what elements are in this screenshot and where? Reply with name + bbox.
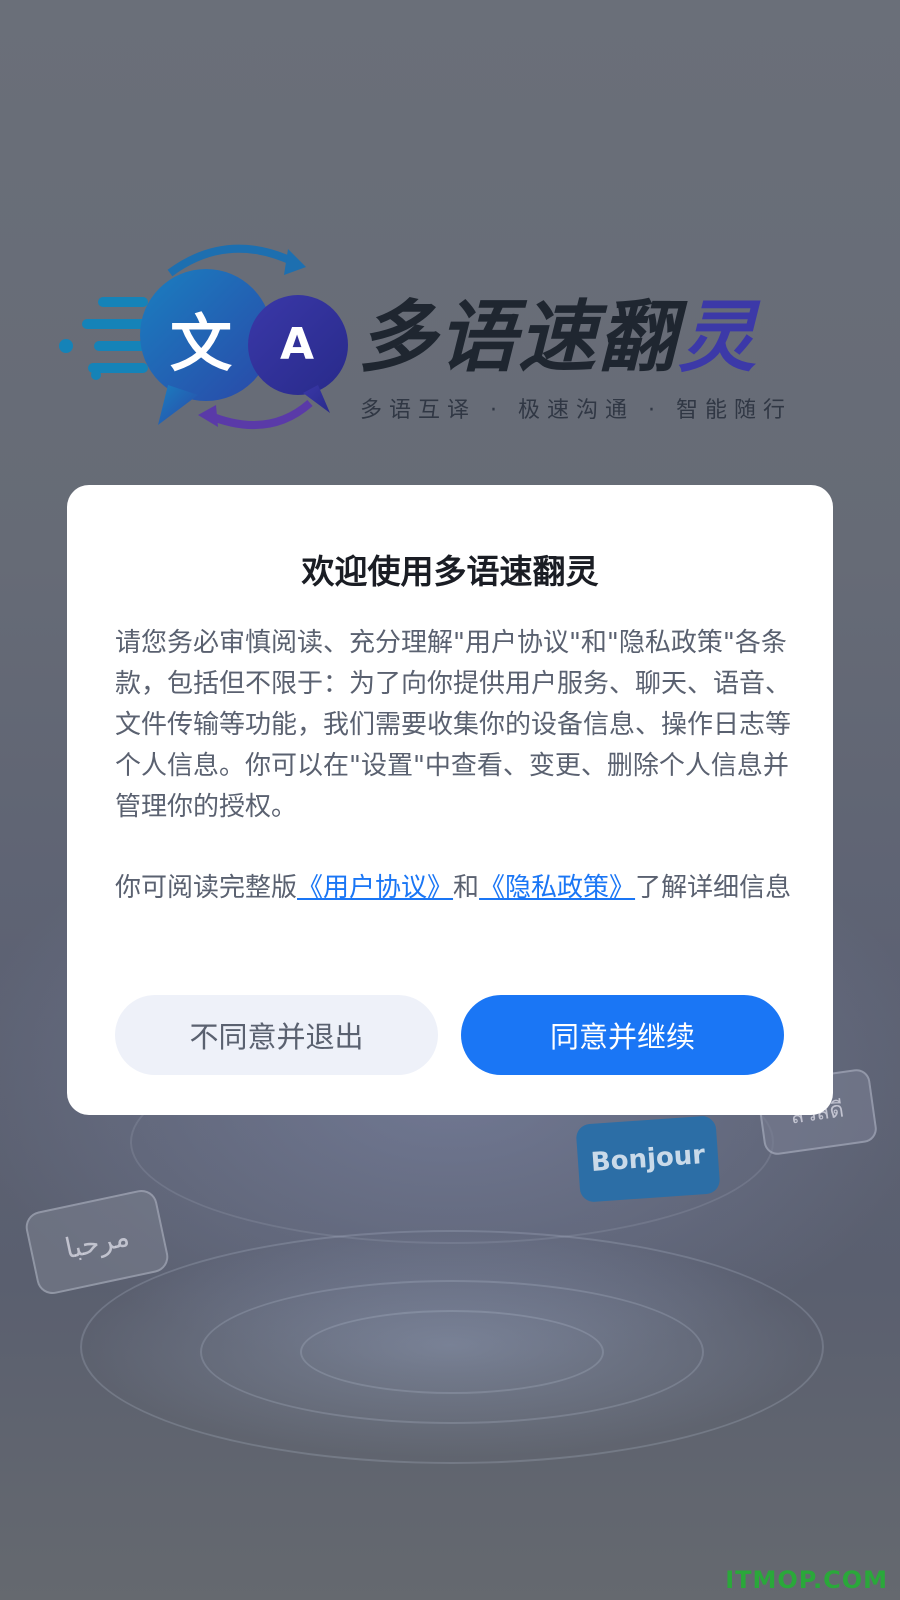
accept-and-continue-button[interactable]: 同意并继续 bbox=[461, 995, 784, 1075]
watermark: ITMOP.COM bbox=[725, 1566, 888, 1594]
brand-title: 多语速翻灵 bbox=[358, 275, 758, 387]
brand-title-main: 多语速翻 bbox=[358, 293, 679, 383]
badge-glyph-a: A bbox=[280, 319, 315, 370]
app-logo: 文 A 多语速翻灵 多语互译 · 极速沟通 · 智能随行 bbox=[58, 235, 838, 435]
privacy-consent-dialog: 欢迎使用多语速翻灵 请您务必审慎阅读、充分理解"用户协议"和"隐私政策"各条款，… bbox=[67, 485, 833, 1115]
user-agreement-link[interactable]: 《用户协议》 bbox=[297, 873, 453, 903]
privacy-policy-link[interactable]: 《隐私政策》 bbox=[479, 873, 635, 903]
dialog-title: 欢迎使用多语速翻灵 bbox=[301, 552, 599, 591]
links-suffix: 了解详细信息 bbox=[635, 873, 792, 903]
decline-and-exit-button[interactable]: 不同意并退出 bbox=[115, 995, 438, 1075]
brand-title-last: 灵 bbox=[678, 293, 759, 383]
links-and: 和 bbox=[453, 873, 480, 903]
consent-paragraph: 请您务必审慎阅读、充分理解"用户协议"和"隐私政策"各条款，包括但不限于：为了向… bbox=[115, 628, 792, 822]
brand-tagline: 多语互译 · 极速沟通 · 智能随行 bbox=[360, 398, 792, 423]
dialog-body: 请您务必审慎阅读、充分理解"用户协议"和"隐私政策"各条款，包括但不限于：为了向… bbox=[115, 623, 793, 909]
decor-ring-inner bbox=[300, 1310, 604, 1394]
links-prefix: 你可阅读完整版 bbox=[115, 873, 298, 903]
links-paragraph: 你可阅读完整版《用户协议》和《隐私政策》了解详细信息 bbox=[115, 868, 793, 909]
badge-glyph-wen: 文 bbox=[170, 307, 233, 380]
bonjour-bubble: Bonjour bbox=[575, 1115, 721, 1203]
